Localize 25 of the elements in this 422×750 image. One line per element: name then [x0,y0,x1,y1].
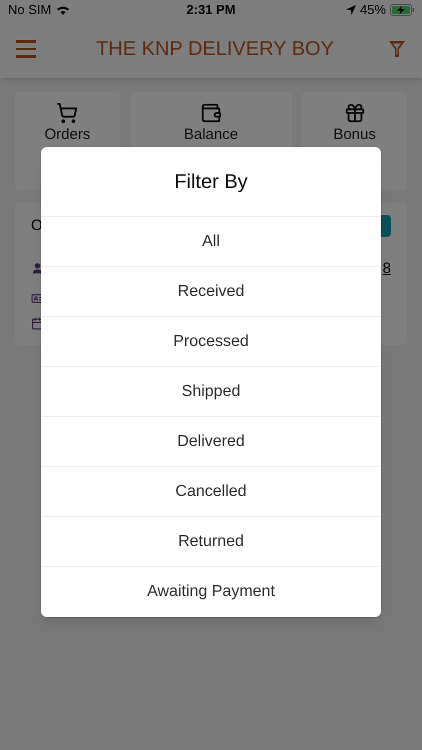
wifi-icon [55,4,72,16]
stat-label: Orders [44,126,90,143]
user-icon [31,262,44,276]
filter-option[interactable]: Cancelled [41,467,381,517]
filter-option[interactable]: Awaiting Payment [41,567,381,617]
app-title: THE KNP DELIVERY BOY [96,37,334,62]
wallet-icon [200,102,222,124]
filter-option[interactable]: Shipped [41,367,381,417]
battery-percent: 45% [360,1,386,20]
order-value[interactable]: 8 [382,258,391,280]
clock: 2:31 PM [186,1,236,20]
calendar-icon [31,317,44,330]
battery-icon [390,4,414,16]
cart-icon [56,102,78,124]
location-arrow-icon [346,5,356,15]
filter-option[interactable]: All [41,217,381,267]
gift-icon [344,102,366,124]
filter-option[interactable]: Processed [41,317,381,367]
stat-label: Balance [184,126,238,143]
stat-label: Bonus [333,126,376,143]
filter-icon[interactable] [388,40,406,58]
carrier-label: No SIM [8,1,52,20]
filter-option[interactable]: Delivered [41,417,381,467]
filter-option[interactable]: Returned [41,517,381,567]
filter-option[interactable]: Received [41,267,381,317]
